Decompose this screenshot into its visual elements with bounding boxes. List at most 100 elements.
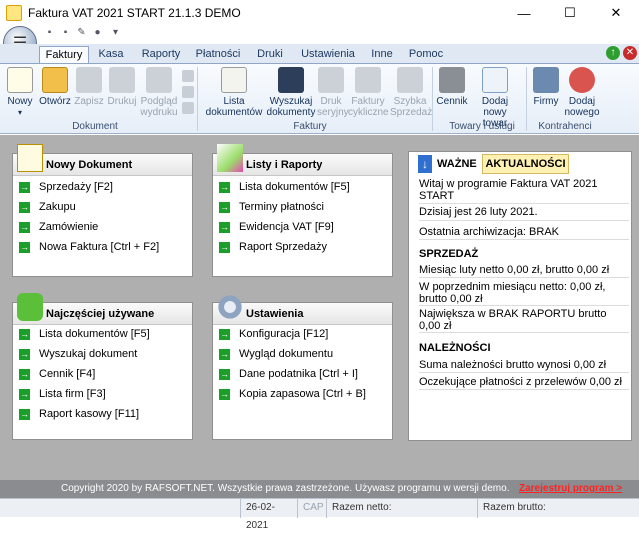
- cyclic-invoices-icon: [355, 67, 381, 93]
- small-tool-icon[interactable]: [182, 86, 194, 98]
- tab-platnosci[interactable]: Płatności: [191, 46, 245, 64]
- minimize-button[interactable]: —: [501, 0, 547, 26]
- help-icon[interactable]: ↑: [606, 46, 620, 60]
- panel-title: Najczęściej używane: [46, 308, 155, 320]
- link-configuration[interactable]: → Konfiguracja [F12]: [219, 327, 328, 341]
- price-list-button[interactable]: Cennik: [436, 67, 468, 107]
- window-title: Faktura VAT 2021 START 21.1.3 DEMO: [28, 6, 241, 20]
- print-icon[interactable]: ▪: [60, 27, 71, 38]
- status-date: 26-02-2021: [240, 499, 296, 531]
- tab-druki[interactable]: Druki: [250, 46, 290, 64]
- link-new-invoice[interactable]: → Nowa Faktura [Ctrl + F2]: [19, 240, 159, 254]
- tab-kasa[interactable]: Kasa: [92, 46, 130, 64]
- add-person-icon: [569, 67, 595, 93]
- customize-quick-access-icon[interactable]: ▾: [110, 27, 121, 38]
- edit-icon[interactable]: ✎: [76, 27, 87, 38]
- tab-inne[interactable]: Inne: [366, 46, 398, 64]
- cyclic-invoices-button[interactable]: Faktury cykliczne: [348, 67, 389, 118]
- maximize-button[interactable]: ☐: [547, 0, 593, 26]
- save-disk-icon: [76, 67, 102, 93]
- document-list-icon: [221, 67, 247, 93]
- tab-raporty[interactable]: Raporty: [136, 46, 186, 64]
- tab-news[interactable]: AKTUALNOŚCI: [482, 154, 569, 174]
- register-program-link[interactable]: Zarejestruj program >: [519, 480, 622, 498]
- last-archive-text: Ostatnia archiwizacja: BRAK: [419, 226, 629, 240]
- panel-title: Nowy Dokument: [46, 159, 133, 171]
- arrow-right-icon: →: [219, 328, 230, 340]
- tab-ustawienia[interactable]: Ustawienia: [296, 46, 360, 64]
- arrow-right-icon: →: [19, 368, 30, 380]
- add-product-icon: [482, 67, 508, 93]
- print-preview-button[interactable]: Podgląd wydruku: [139, 67, 179, 118]
- link-company-list[interactable]: → Lista firm [F3]: [19, 387, 106, 401]
- arrow-right-icon: →: [219, 221, 230, 233]
- arrow-right-icon: →: [219, 368, 230, 380]
- arrow-right-icon: →: [19, 408, 30, 420]
- close-icon[interactable]: ✕: [623, 46, 637, 60]
- group-label-faktury: Faktury: [293, 121, 327, 132]
- tab-faktury[interactable]: Faktury: [39, 46, 89, 64]
- link-taxpayer-data[interactable]: → Dane podatnika [Ctrl + I]: [219, 367, 358, 381]
- link-document-list[interactable]: → Lista dokumentów [F5]: [219, 180, 350, 194]
- tab-important[interactable]: WAŻNE: [437, 155, 477, 173]
- save-icon[interactable]: ▪: [44, 27, 55, 38]
- group-separator: [197, 67, 198, 131]
- link-vat-register[interactable]: → Ewidencja VAT [F9]: [219, 220, 334, 234]
- current-date-text: Dzisiaj jest 26 luty 2021.: [419, 206, 629, 221]
- status-bar: 26-02-2021 CAP Razem netto: Razem brutto…: [0, 498, 639, 531]
- link-purchase[interactable]: → Zakupu: [19, 200, 76, 214]
- serial-print-button[interactable]: Druk seryjny: [317, 67, 349, 118]
- new-button[interactable]: Nowy ▾: [6, 67, 34, 118]
- printer-icon: [109, 67, 135, 93]
- small-tool-icon[interactable]: [182, 70, 194, 82]
- add-product-button[interactable]: Dodaj nowy towar: [469, 67, 521, 129]
- arrow-right-icon: →: [19, 241, 30, 253]
- gear-icon: [217, 293, 243, 321]
- pending-transfers: Oczekujące płatności z przelewów 0,00 zł: [419, 376, 629, 390]
- link-sales-report[interactable]: → Raport Sprzedaży: [219, 240, 327, 254]
- arrow-right-icon: →: [19, 221, 30, 233]
- sales-heading: SPRZEDAŻ: [419, 248, 479, 260]
- status-total-gross: Razem brutto:: [477, 499, 639, 518]
- panel-most-used: Najczęściej używane → Lista dokumentów [F…: [12, 293, 193, 440]
- document-list-button[interactable]: Lista dokumentów: [205, 67, 263, 118]
- link-document-appearance[interactable]: → Wygląd dokumentu: [219, 347, 333, 361]
- link-price-list[interactable]: → Cennik [F4]: [19, 367, 95, 381]
- arrow-right-icon: →: [219, 241, 230, 253]
- link-order[interactable]: → Zamówienie: [19, 220, 98, 234]
- link-sales-invoice[interactable]: → Sprzedaży [F2]: [19, 180, 113, 194]
- close-button[interactable]: ✕: [593, 0, 639, 26]
- cash-register-icon: [397, 67, 423, 93]
- link-search-document[interactable]: → Wyszukaj dokument: [19, 347, 137, 361]
- preview-icon: [146, 67, 172, 93]
- info-icon: ↓: [418, 155, 432, 173]
- quick-sale-button[interactable]: Szybka Sprzedaż: [390, 67, 432, 118]
- small-tool-icon[interactable]: [182, 102, 194, 114]
- print-button[interactable]: Drukuj: [107, 67, 137, 107]
- companies-icon: [533, 67, 559, 93]
- link-cash-report[interactable]: → Raport kasowy [F11]: [19, 407, 139, 421]
- receivables-heading: NALEŻNOŚCI: [419, 342, 491, 354]
- refresh-icon[interactable]: ●: [92, 27, 103, 38]
- link-backup[interactable]: → Kopia zapasowa [Ctrl + B]: [219, 387, 366, 401]
- open-button[interactable]: Otwórz: [37, 67, 73, 107]
- link-payment-terms[interactable]: → Terminy płatności: [219, 200, 324, 214]
- copyright-text: Copyright 2020 by RAFSOFT.NET. Wszystkie…: [61, 483, 510, 494]
- tab-pomoc[interactable]: Pomoc: [406, 46, 446, 64]
- copyright-bar: Copyright 2020 by RAFSOFT.NET. Wszystkie…: [0, 480, 639, 498]
- add-contractor-button[interactable]: Dodaj nowego: [563, 67, 601, 118]
- link-document-list[interactable]: → Lista dokumentów [F5]: [19, 327, 150, 341]
- panel-title: Ustawienia: [246, 308, 304, 320]
- new-document-icon: [7, 67, 33, 93]
- status-total-net: Razem netto:: [326, 499, 476, 518]
- group-separator: [526, 67, 527, 131]
- report-chart-icon: [217, 144, 243, 172]
- arrow-right-icon: →: [19, 181, 30, 193]
- save-button[interactable]: Zapisz: [74, 67, 104, 107]
- arrow-right-icon: →: [19, 388, 30, 400]
- search-documents-button[interactable]: Wyszukaj dokumenty: [266, 67, 316, 118]
- companies-button[interactable]: Firmy: [531, 67, 561, 107]
- panel-settings: Ustawienia → Konfiguracja [F12] → Wygląd d…: [212, 293, 393, 440]
- arrow-right-icon: →: [19, 348, 30, 360]
- arrow-right-icon: →: [219, 388, 230, 400]
